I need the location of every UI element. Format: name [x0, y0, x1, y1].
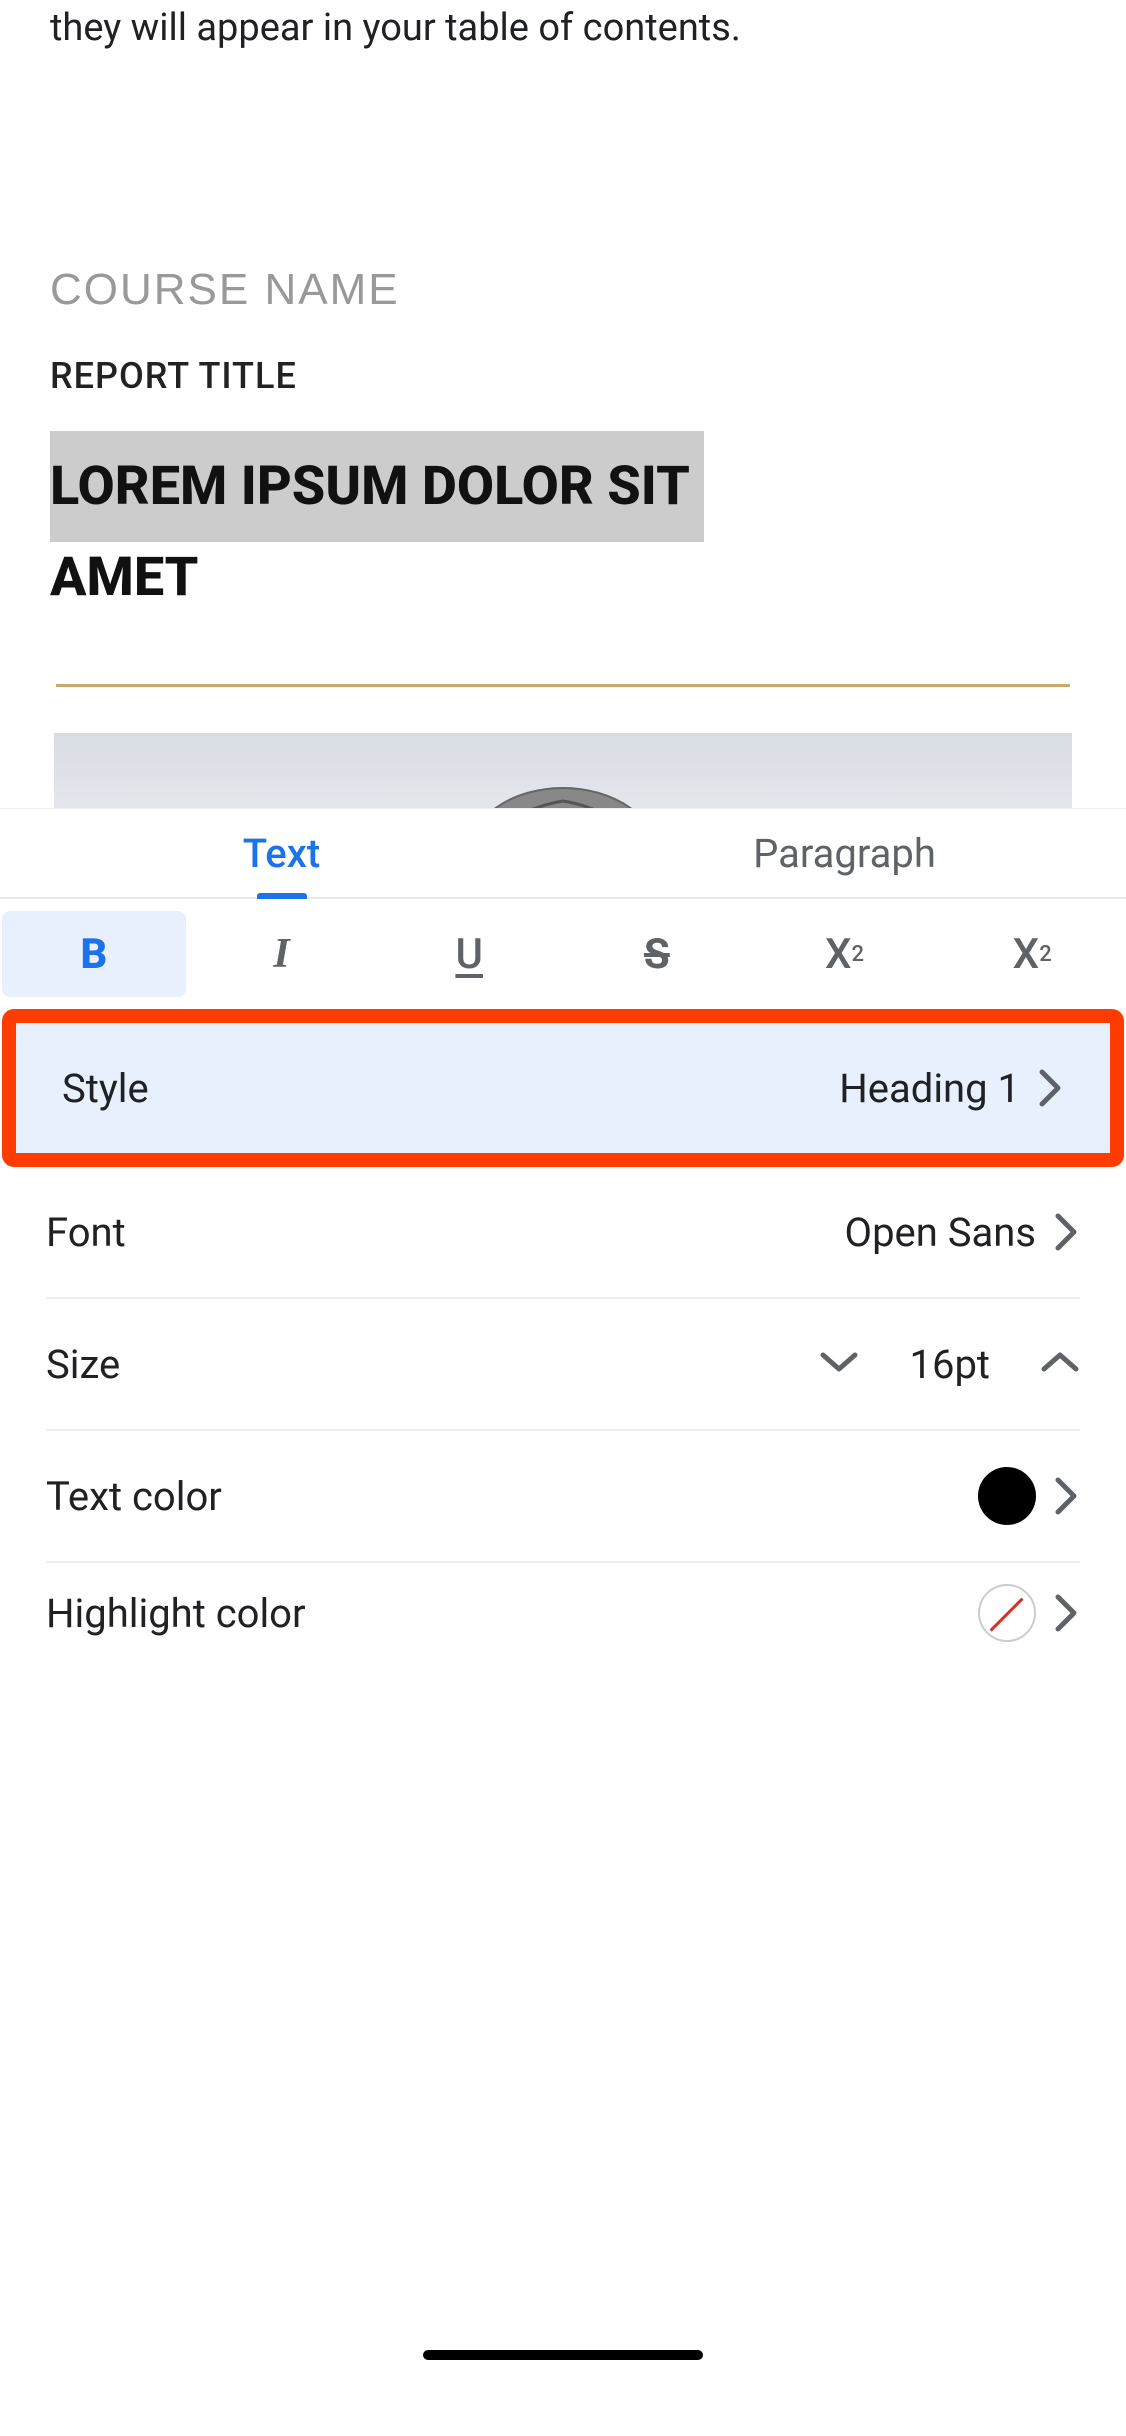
heading-selection[interactable]: LOREM IPSUM DOLOR SIT AMET	[50, 397, 1076, 609]
divider-line	[56, 684, 1070, 687]
format-buttons-row: B I U S X2 X2	[0, 899, 1126, 1009]
tab-paragraph[interactable]: Paragraph	[563, 809, 1126, 897]
course-name[interactable]: COURSE NAME	[50, 265, 1076, 315]
panel-tabs: Text Paragraph	[0, 809, 1126, 899]
chevron-right-icon	[1038, 1068, 1064, 1108]
report-title[interactable]: REPORT TITLE	[50, 355, 1076, 397]
style-row-highlight: Style Heading 1	[2, 1009, 1124, 1167]
no-highlight-swatch	[978, 1584, 1036, 1642]
chevron-down-icon	[819, 1349, 859, 1375]
font-option-row[interactable]: Font Open Sans	[0, 1167, 1126, 1297]
chevron-up-icon	[1040, 1349, 1080, 1375]
size-label: Size	[46, 1341, 120, 1388]
size-increase-button[interactable]	[1040, 1349, 1080, 1379]
document-area: they will appear in your table of conten…	[0, 0, 1126, 931]
size-option-row: Size 16pt	[0, 1299, 1126, 1429]
heading-line2[interactable]: AMET	[50, 546, 1076, 609]
instruction-text: they will appear in your table of conten…	[50, 0, 1076, 55]
size-decrease-button[interactable]	[819, 1349, 859, 1379]
strikethrough-button[interactable]: S	[565, 911, 749, 997]
chevron-right-icon	[1054, 1476, 1080, 1516]
italic-button[interactable]: I	[190, 911, 374, 997]
subscript-button[interactable]: X2	[940, 911, 1124, 997]
style-value: Heading 1	[839, 1065, 1020, 1112]
chevron-right-icon	[1054, 1212, 1080, 1252]
chevron-right-icon	[1054, 1593, 1080, 1633]
highlight-color-option-row[interactable]: Highlight color	[0, 1563, 1126, 1663]
size-value: 16pt	[909, 1341, 990, 1388]
font-label: Font	[46, 1209, 126, 1256]
text-color-label: Text color	[46, 1473, 222, 1520]
text-color-option-row[interactable]: Text color	[0, 1431, 1126, 1561]
tab-text[interactable]: Text	[0, 809, 563, 897]
style-option-row[interactable]: Style Heading 1	[16, 1023, 1110, 1153]
font-value: Open Sans	[845, 1209, 1036, 1256]
home-indicator[interactable]	[423, 2350, 703, 2360]
highlight-color-label: Highlight color	[46, 1590, 306, 1637]
bold-button[interactable]: B	[2, 911, 186, 997]
heading-line1-selected[interactable]: LOREM IPSUM DOLOR SIT	[50, 431, 704, 542]
underline-button[interactable]: U	[377, 911, 561, 997]
style-label: Style	[62, 1065, 149, 1112]
text-color-swatch	[978, 1467, 1036, 1525]
superscript-button[interactable]: X2	[753, 911, 937, 997]
format-panel: Text Paragraph B I U S X2 X2 Style Headi…	[0, 808, 1126, 2436]
